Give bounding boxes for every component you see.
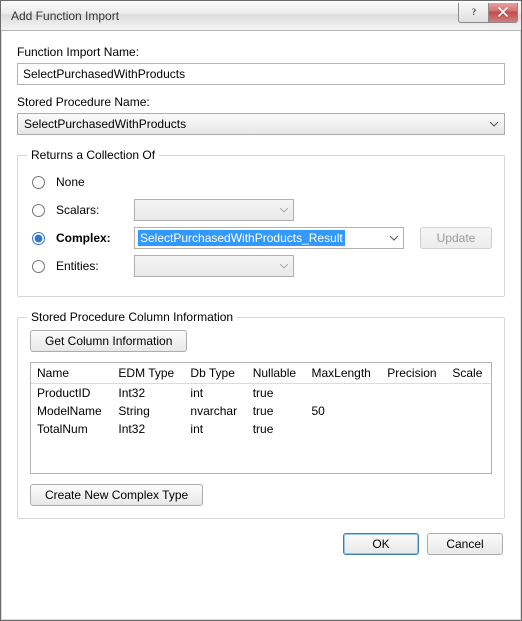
- cell-maxlen: [305, 420, 381, 438]
- cell-precision: [381, 402, 446, 420]
- table-row[interactable]: ProductID Int32 int true: [31, 384, 491, 403]
- col-header-nullable[interactable]: Nullable: [247, 363, 306, 384]
- returns-group: Returns a Collection Of None Scalars: Co…: [17, 155, 505, 297]
- cell-name: ModelName: [31, 402, 112, 420]
- column-info-table-container: Name EDM Type Db Type Nullable MaxLength…: [30, 362, 492, 474]
- entities-dropdown: [134, 255, 294, 277]
- update-button: Update: [420, 227, 492, 249]
- cell-db: int: [184, 420, 246, 438]
- radio-scalars-label: Scalars:: [56, 203, 128, 217]
- cell-scale: [446, 420, 491, 438]
- cell-db: int: [184, 384, 246, 403]
- window-title: Add Function Import: [11, 9, 458, 23]
- chevron-down-icon: [275, 256, 293, 276]
- chevron-down-icon: [385, 228, 403, 248]
- radio-entities-label: Entities:: [56, 259, 128, 273]
- chevron-down-icon: [275, 200, 293, 220]
- help-icon: ?: [469, 7, 479, 17]
- cell-name: TotalNum: [31, 420, 112, 438]
- table-header-row: Name EDM Type Db Type Nullable MaxLength…: [31, 363, 491, 384]
- help-button[interactable]: ?: [458, 3, 488, 23]
- svg-text:?: ?: [471, 7, 476, 17]
- stored-proc-dropdown[interactable]: SelectPurchasedWithProducts: [17, 113, 505, 135]
- colinfo-legend: Stored Procedure Column Information: [27, 310, 237, 324]
- titlebar[interactable]: Add Function Import ?: [1, 1, 521, 31]
- chevron-down-icon: [490, 120, 498, 128]
- col-header-precision[interactable]: Precision: [381, 363, 446, 384]
- radio-scalars[interactable]: [32, 204, 45, 217]
- returns-legend: Returns a Collection Of: [27, 148, 159, 162]
- import-name-label: Function Import Name:: [17, 45, 505, 59]
- col-header-db[interactable]: Db Type: [184, 363, 246, 384]
- radio-entities[interactable]: [32, 260, 45, 273]
- stored-proc-label: Stored Procedure Name:: [17, 95, 505, 109]
- cancel-button[interactable]: Cancel: [427, 533, 503, 555]
- cell-edm: String: [112, 402, 184, 420]
- cell-maxlen: [305, 384, 381, 403]
- radio-complex-label: Complex:: [56, 231, 128, 245]
- cell-scale: [446, 402, 491, 420]
- cell-edm: Int32: [112, 384, 184, 403]
- close-icon: [498, 7, 508, 17]
- cell-db: nvarchar: [184, 402, 246, 420]
- complex-dropdown-value: SelectPurchasedWithProducts_Result: [138, 230, 345, 246]
- cell-nullable: true: [247, 402, 306, 420]
- cell-precision: [381, 420, 446, 438]
- ok-button[interactable]: OK: [343, 533, 419, 555]
- create-complex-type-button[interactable]: Create New Complex Type: [30, 484, 203, 506]
- colinfo-group: Stored Procedure Column Information Get …: [17, 317, 505, 519]
- table-row[interactable]: TotalNum Int32 int true: [31, 420, 491, 438]
- dialog-footer: OK Cancel: [17, 519, 505, 555]
- cell-maxlen: 50: [305, 402, 381, 420]
- get-column-info-button[interactable]: Get Column Information: [30, 330, 187, 352]
- cell-scale: [446, 384, 491, 403]
- radio-none-label: None: [56, 175, 128, 189]
- cell-nullable: true: [247, 420, 306, 438]
- complex-dropdown[interactable]: SelectPurchasedWithProducts_Result: [134, 227, 404, 249]
- cell-name: ProductID: [31, 384, 112, 403]
- dialog-window: Add Function Import ? Function Import Na…: [0, 0, 522, 621]
- window-buttons: ?: [458, 3, 518, 23]
- radio-complex[interactable]: [32, 232, 45, 245]
- import-name-input[interactable]: [17, 63, 505, 85]
- cell-edm: Int32: [112, 420, 184, 438]
- close-button[interactable]: [488, 3, 518, 23]
- cell-nullable: true: [247, 384, 306, 403]
- dialog-content: Function Import Name: Stored Procedure N…: [1, 31, 521, 620]
- table-row[interactable]: ModelName String nvarchar true 50: [31, 402, 491, 420]
- col-header-scale[interactable]: Scale: [446, 363, 491, 384]
- scalars-dropdown: [134, 199, 294, 221]
- radio-none[interactable]: [32, 176, 45, 189]
- cell-precision: [381, 384, 446, 403]
- column-info-table: Name EDM Type Db Type Nullable MaxLength…: [31, 363, 491, 438]
- col-header-edm[interactable]: EDM Type: [112, 363, 184, 384]
- col-header-maxlen[interactable]: MaxLength: [305, 363, 381, 384]
- stored-proc-value: SelectPurchasedWithProducts: [24, 117, 490, 131]
- col-header-name[interactable]: Name: [31, 363, 112, 384]
